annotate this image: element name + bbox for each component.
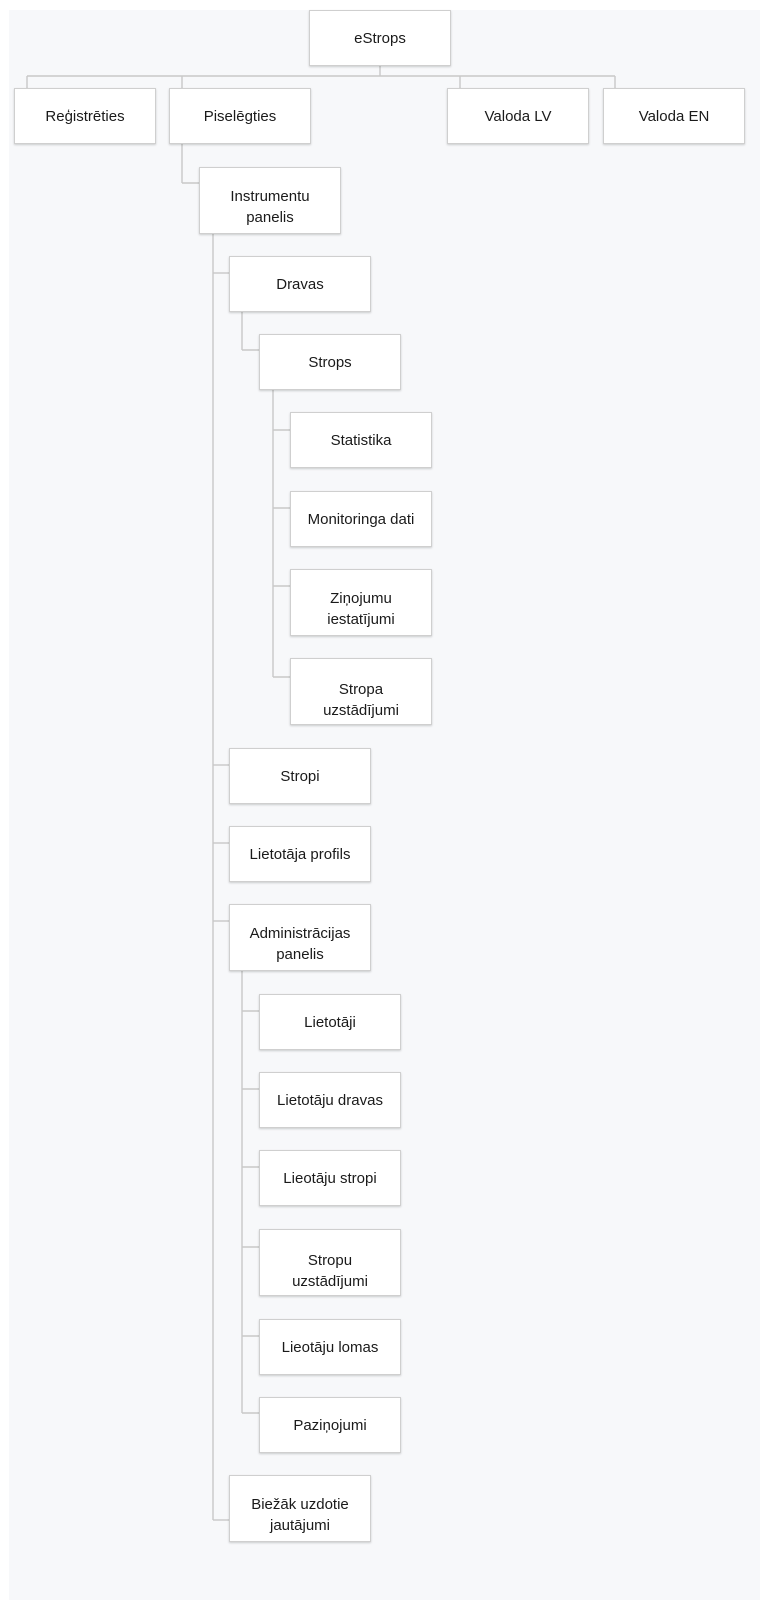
node-label: Reģistrēties [45, 107, 125, 125]
node-language-en[interactable]: Valoda EN [603, 88, 745, 144]
node-label: Valoda LV [484, 107, 552, 125]
node-login[interactable]: Piselēgties [169, 88, 311, 144]
node-label-line2: uzstādījumi [292, 1273, 368, 1290]
node-statistics[interactable]: Statistika [290, 412, 432, 468]
node-label: Lietotāju dravas [277, 1091, 383, 1109]
node-label-line2: iestatījumi [327, 611, 395, 628]
node-label-line1: Instrumentu [230, 188, 310, 205]
node-monitoring-data[interactable]: Monitoringa dati [290, 491, 432, 547]
node-user-apiaries[interactable]: Lietotāju dravas [259, 1072, 401, 1128]
node-stropi[interactable]: Stropi [229, 748, 371, 804]
node-label: Stropi [280, 767, 320, 785]
node-announcements[interactable]: Paziņojumi [259, 1397, 401, 1453]
node-label-line1: Administrācijas [249, 925, 351, 942]
node-label-line2: panelis [276, 946, 324, 963]
node-label: eStrops [354, 29, 406, 47]
node-dashboard[interactable]: Instrumentu panelis [199, 167, 341, 234]
node-register[interactable]: Reģistrēties [14, 88, 156, 144]
node-label-line2: panelis [246, 209, 294, 226]
node-label-line2: jautājumi [269, 1517, 331, 1534]
node-label-line1: Stropu [307, 1252, 353, 1269]
node-label-line1: Biežāk uzdotie [251, 1496, 349, 1513]
node-notification-settings[interactable]: Ziņojumu iestatījumi [290, 569, 432, 636]
node-label: Dravas [276, 275, 324, 293]
node-strops[interactable]: Strops [259, 334, 401, 390]
node-user-profile[interactable]: Lietotāja profils [229, 826, 371, 882]
node-label: Lietotāji [304, 1013, 356, 1031]
node-hive-settings[interactable]: Stropa uzstādījumi [290, 658, 432, 725]
node-label: Statistika [330, 431, 392, 449]
node-language-lv[interactable]: Valoda LV [447, 88, 589, 144]
node-label: Lieotāju stropi [283, 1169, 377, 1187]
node-estrops-root[interactable]: eStrops [309, 10, 451, 66]
node-users[interactable]: Lietotāji [259, 994, 401, 1050]
node-dravas[interactable]: Dravas [229, 256, 371, 312]
node-label-line1: Ziņojumu [330, 590, 392, 607]
node-hives-settings[interactable]: Stropu uzstādījumi [259, 1229, 401, 1296]
node-label: Lietotāja profils [249, 845, 351, 863]
node-user-hives[interactable]: Lieotāju stropi [259, 1150, 401, 1206]
node-label-line2: uzstādījumi [323, 702, 399, 719]
node-label: Strops [308, 353, 352, 371]
node-label: Valoda EN [638, 107, 710, 125]
node-label: Piselēgties [203, 107, 277, 125]
node-user-roles[interactable]: Lieotāju lomas [259, 1319, 401, 1375]
node-admin-panel[interactable]: Administrācijas panelis [229, 904, 371, 971]
node-label: Paziņojumi [293, 1416, 367, 1434]
node-label-line1: Stropa [338, 681, 384, 698]
node-label: Monitoringa dati [307, 510, 415, 528]
node-label: Lieotāju lomas [281, 1338, 379, 1356]
node-faq[interactable]: Biežāk uzdotie jautājumi [229, 1475, 371, 1542]
